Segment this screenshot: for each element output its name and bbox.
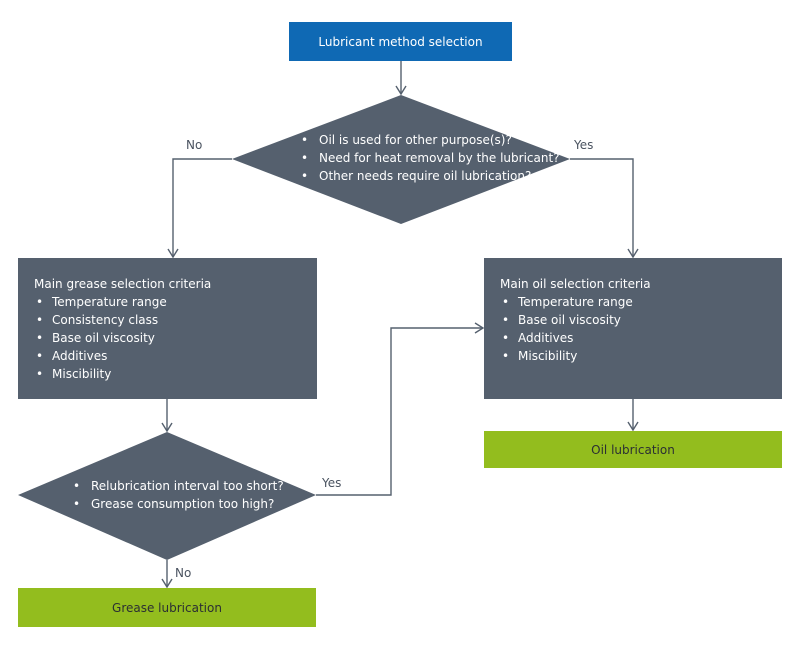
connector-no-to-grease-criteria [167, 158, 232, 259]
decision2-text: Relubrication interval too short? Grease… [73, 477, 284, 513]
grease-criteria-item: Base oil viscosity [34, 329, 317, 347]
oil-criteria-item: Miscibility [500, 347, 782, 365]
start-label: Lubricant method selection [318, 34, 483, 49]
decision1-text: Oil is used for other purpose(s)? Need f… [301, 131, 560, 185]
decision1-item: Other needs require oil lubrication? [301, 167, 560, 185]
oil-criteria-item: Additives [500, 329, 782, 347]
start-node: Lubricant method selection [289, 22, 512, 61]
decision1-item: Need for heat removal by the lubricant? [301, 149, 560, 167]
decision1-yes-label: Yes [574, 138, 594, 152]
oil-criteria-item: Base oil viscosity [500, 311, 782, 329]
decision2-item: Relubrication interval too short? [73, 477, 284, 495]
grease-criteria-title: Main grease selection criteria [34, 277, 212, 291]
oil-criteria-box: Main oil selection criteria Temperature … [484, 258, 782, 399]
oil-criteria-item: Temperature range [500, 293, 782, 311]
connector-yes-to-oil-criteria-2 [316, 322, 485, 496]
grease-lubrication-result: Grease lubrication [18, 588, 316, 627]
oil-lubrication-result: Oil lubrication [484, 431, 782, 468]
decision1-no-label: No [186, 138, 203, 152]
oil-criteria-title: Main oil selection criteria [500, 277, 651, 291]
decision2-no-label: No [175, 566, 192, 580]
grease-criteria-item: Temperature range [34, 293, 317, 311]
connector-yes-to-oil-criteria [570, 158, 639, 259]
grease-criteria-item: Consistency class [34, 311, 317, 329]
decision2-item: Grease consumption too high? [73, 495, 284, 513]
grease-result-label: Grease lubrication [112, 600, 222, 615]
decision1-item: Oil is used for other purpose(s)? [301, 131, 560, 149]
decision2-yes-label: Yes [322, 476, 342, 490]
oil-result-label: Oil lubrication [591, 442, 675, 457]
grease-criteria-item: Additives [34, 347, 317, 365]
grease-criteria-item: Miscibility [34, 365, 317, 383]
grease-criteria-box: Main grease selection criteria Temperatu… [18, 258, 317, 399]
